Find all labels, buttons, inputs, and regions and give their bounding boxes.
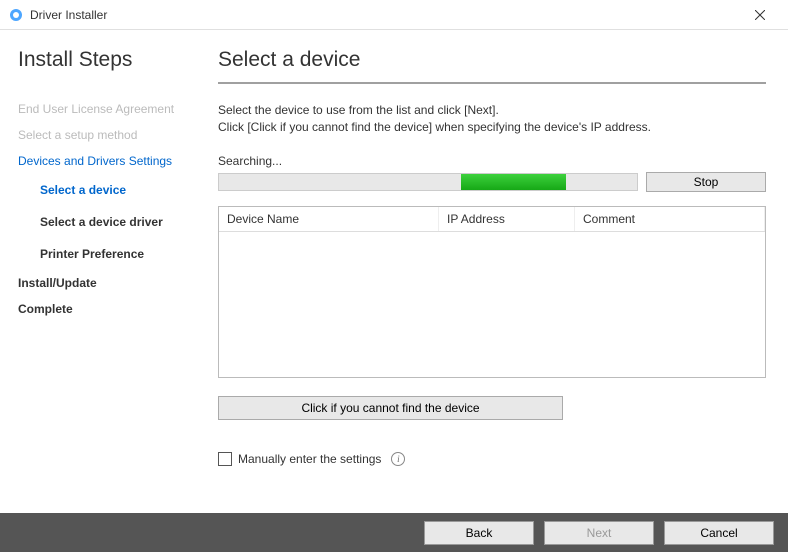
stop-button[interactable]: Stop: [646, 172, 766, 192]
instruction-line-1: Select the device to use from the list a…: [218, 102, 766, 119]
body-area: Install Steps End User License Agreement…: [0, 30, 788, 513]
step-devices-drivers[interactable]: Devices and Drivers Settings: [18, 148, 194, 174]
cancel-button[interactable]: Cancel: [664, 521, 774, 545]
info-icon[interactable]: i: [391, 452, 405, 466]
table-body[interactable]: [219, 232, 765, 378]
footer: Back Next Cancel: [0, 513, 788, 552]
progress-bar: [218, 173, 638, 191]
back-button[interactable]: Back: [424, 521, 534, 545]
page-title: Select a device: [218, 48, 766, 72]
substep-select-driver: Select a device driver: [18, 206, 194, 238]
sidebar: Install Steps End User License Agreement…: [0, 30, 200, 513]
column-device-name[interactable]: Device Name: [219, 207, 439, 231]
step-install-update: Install/Update: [18, 270, 194, 296]
step-eula: End User License Agreement: [18, 96, 194, 122]
main-content: Select a device Select the device to use…: [200, 30, 788, 513]
close-button[interactable]: [740, 1, 780, 29]
device-table: Device Name IP Address Comment: [218, 206, 766, 378]
table-header: Device Name IP Address Comment: [219, 207, 765, 232]
titlebar: Driver Installer: [0, 0, 788, 30]
sidebar-header: Install Steps: [18, 48, 194, 72]
manual-checkbox[interactable]: [218, 452, 232, 466]
progress-fill: [461, 174, 566, 190]
instructions: Select the device to use from the list a…: [218, 102, 766, 136]
column-comment[interactable]: Comment: [575, 207, 765, 231]
substep-printer-preference: Printer Preference: [18, 238, 194, 270]
manual-label: Manually enter the settings: [238, 452, 381, 466]
app-icon: [8, 7, 24, 23]
step-complete: Complete: [18, 296, 194, 322]
progress-row: Stop: [218, 172, 766, 192]
search-status: Searching...: [218, 154, 766, 168]
column-ip-address[interactable]: IP Address: [439, 207, 575, 231]
instruction-line-2: Click [Click if you cannot find the devi…: [218, 119, 766, 136]
window-title: Driver Installer: [30, 8, 740, 22]
header-divider: [218, 82, 766, 84]
next-button: Next: [544, 521, 654, 545]
step-setup-method: Select a setup method: [18, 122, 194, 148]
substep-select-device[interactable]: Select a device: [18, 174, 194, 206]
manual-entry-row: Manually enter the settings i: [218, 452, 766, 466]
cannot-find-device-button[interactable]: Click if you cannot find the device: [218, 396, 563, 420]
